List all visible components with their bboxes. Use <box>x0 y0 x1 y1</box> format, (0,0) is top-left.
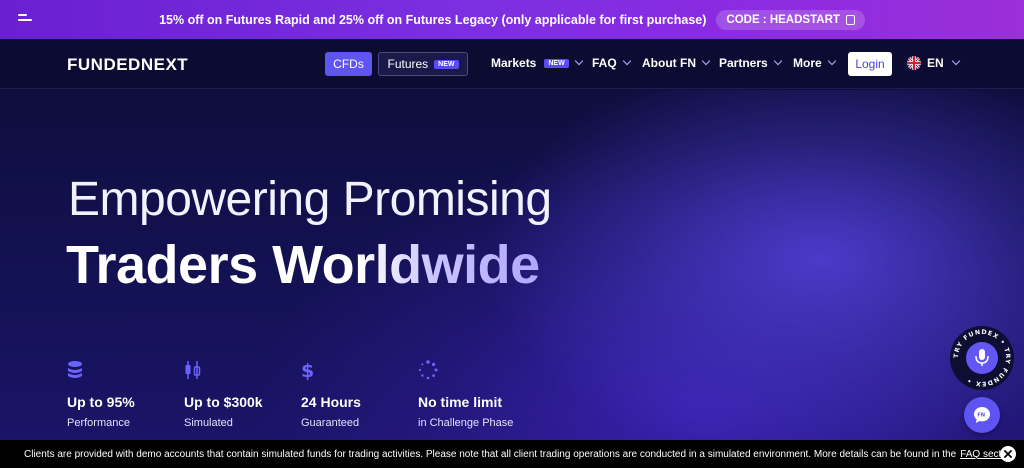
menu-icon[interactable] <box>18 14 32 24</box>
hero-headline-line1: Empowering Promising <box>68 173 552 226</box>
cfds-label: CFDs <box>333 57 364 71</box>
feature-title: No time limit <box>418 394 503 410</box>
new-badge: NEW <box>544 58 569 68</box>
loading-icon <box>418 360 528 380</box>
feature-subtitle: in Challenge Phase <box>418 417 514 429</box>
chevron-down-icon <box>773 56 782 66</box>
top-nav: FUNDEDNEXT CFDs Futures NEW Markets NEW … <box>0 39 1024 89</box>
chat-button[interactable]: FN <box>964 397 1000 433</box>
feature-performance: Up to 95% Performance <box>67 360 177 429</box>
promo-code-button[interactable]: CODE : HEADSTART <box>716 9 865 30</box>
futures-label: Futures <box>387 57 429 71</box>
chevron-down-icon <box>574 56 583 66</box>
promo-text: 15% off on Futures Rapid and 25% off on … <box>159 12 707 27</box>
disclaimer-bar: Clients are provided with demo accounts … <box>0 440 1024 468</box>
feature-title: Up to 95% <box>67 394 135 410</box>
nav-item-partners[interactable]: Partners <box>719 56 782 70</box>
candlestick-icon <box>184 360 294 380</box>
feature-subtitle: Performance <box>67 417 130 429</box>
language-label: EN <box>927 56 944 70</box>
uk-flag-icon <box>907 56 921 70</box>
new-badge: NEW <box>434 59 459 69</box>
promo-code-label: CODE : HEADSTART <box>726 13 840 26</box>
coins-icon <box>67 360 177 380</box>
nav-item-label: FAQ <box>592 56 617 70</box>
feature-no-time-limit: No time limit in Challenge Phase <box>418 360 528 429</box>
promo-bar: 15% off on Futures Rapid and 25% off on … <box>0 0 1024 39</box>
feature-simulated: Up to $300k Simulated <box>184 360 294 429</box>
language-selector[interactable]: EN <box>907 56 960 70</box>
feature-subtitle: Guaranteed <box>301 417 360 429</box>
chevron-down-icon <box>951 56 960 66</box>
hero-section: Empowering Promising Traders Worldwide U… <box>0 90 1024 440</box>
chevron-down-icon <box>827 56 836 66</box>
futures-button[interactable]: Futures NEW <box>378 52 468 76</box>
close-disclaimer-button[interactable] <box>1000 446 1016 462</box>
login-button[interactable]: Login <box>848 52 892 76</box>
copy-icon[interactable] <box>845 14 855 25</box>
nav-item-label: More <box>793 56 822 70</box>
nav-item-about[interactable]: About FN <box>642 56 711 70</box>
try-fundex-badge[interactable]: TRY FUNDEX • TRY FUNDEX • <box>949 325 1015 391</box>
nav-item-faq[interactable]: FAQ <box>592 56 631 70</box>
nav-item-label: About FN <box>642 56 696 70</box>
feature-title: 24 Hours <box>301 394 361 410</box>
feature-subtitle: Simulated <box>184 417 233 429</box>
nav-item-more[interactable]: More <box>793 56 836 70</box>
nav-item-label: Markets <box>491 56 537 70</box>
svg-text:FN: FN <box>977 413 985 419</box>
close-icon <box>1004 450 1012 458</box>
nav-item-label: Partners <box>719 56 768 70</box>
disclaimer-text: Clients are provided with demo accounts … <box>24 448 957 460</box>
dollar-icon: $ <box>301 360 411 382</box>
cfds-button[interactable]: CFDs <box>325 52 372 76</box>
chat-icon: FN <box>974 407 990 423</box>
feature-title: Up to $300k <box>184 394 263 410</box>
logo[interactable]: FUNDEDNEXT <box>67 55 188 75</box>
svg-text:$: $ <box>301 360 314 380</box>
chevron-down-icon <box>701 56 711 66</box>
chevron-down-icon <box>622 56 631 66</box>
hero-headline-line2: Traders Worldwide <box>66 235 540 295</box>
nav-item-markets[interactable]: Markets NEW <box>491 56 583 70</box>
feature-guaranteed: $ 24 Hours Guaranteed <box>301 360 411 429</box>
login-label: Login <box>855 57 885 71</box>
